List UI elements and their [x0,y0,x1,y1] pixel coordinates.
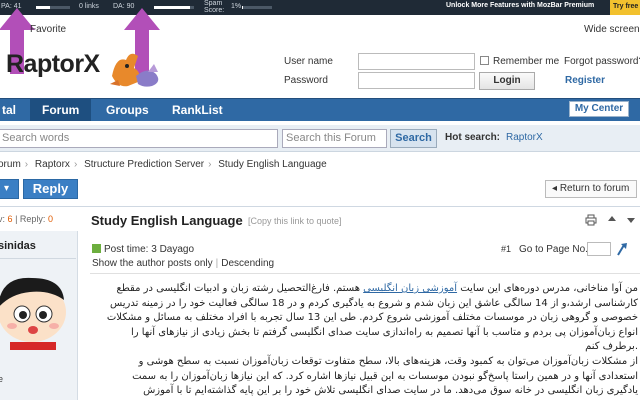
breadcrumb-raptorx[interactable]: Raptorx [35,159,70,170]
divider [0,258,76,259]
post-line: یادگیری زبان انگلیسی در خانه سوق می‌دهد.… [143,385,638,397]
mozbar-spam-label: Spam Score: [204,0,225,14]
username-label: User name [284,56,333,67]
nav-ranklist[interactable]: RankList [162,99,233,121]
forgot-password-link[interactable]: Forgot password? [564,56,640,67]
avatar[interactable] [0,268,72,350]
main-nav: tal Forum Groups RankList [0,98,640,121]
favorite-link[interactable]: Favorite [30,24,66,35]
register-link[interactable]: Register [565,75,605,86]
wide-screen-link[interactable]: Wide screen [584,24,640,35]
mozbar-spam-bar [242,6,272,9]
breadcrumb-current: Study English Language [218,159,327,170]
show-author-only-link[interactable]: Show the author posts only [92,258,213,269]
mozbar-promo[interactable]: Unlock More Features with MozBar Premium [446,2,594,9]
post-options: Show the author posts only | Descending [92,258,275,269]
nav-portal[interactable]: tal [0,99,26,121]
thread-title: Study English Language [91,213,243,228]
view-count: 6 [7,214,13,224]
return-label: Return to forum [559,183,630,194]
goto-arrow-icon[interactable] [615,241,629,257]
mozbar-links[interactable]: 0 links [79,3,99,10]
post-line: از مشکلات زبان‌آموزان می‌توان به کمبود و… [138,355,638,367]
nav-groups[interactable]: Groups [96,99,159,121]
mozbar-pa-bar [36,6,70,9]
divider [90,273,640,274]
remember-me-checkbox[interactable] [480,56,489,65]
author-extra: e [0,374,4,384]
breadcrumb: orum › Raptorx › Structure Prediction Serv… [0,159,327,170]
new-post-dropdown[interactable]: ▾ [0,179,19,199]
post-line: انواع زبان‌آموزان پی بردم و متاسب با آنه… [131,326,638,338]
breadcrumb-structure-prediction[interactable]: Structure Prediction Server [84,159,204,170]
login-button[interactable]: Login [479,72,535,90]
reply-count: 0 [47,214,53,224]
search-input[interactable]: Search words [0,129,278,148]
mozbar-try-button[interactable]: Try free [610,0,640,15]
username-input[interactable] [358,53,475,70]
return-to-forum-button[interactable]: ◂ Return to forum [545,180,637,198]
remember-me-label: Remember me [493,56,560,67]
post-line: من آوا مناخانی، مدرس دوره‌های این سایت آ… [116,283,638,294]
password-input[interactable] [358,72,475,89]
password-label: Password [284,75,328,86]
post-content: من آوا مناخانی، مدرس دوره‌های این سایت آ… [88,282,638,399]
post-line: .برطرف کنم [585,341,638,353]
site-logo[interactable]: RaptorX [6,50,100,79]
mozbar-spam-value: 1% [231,3,242,10]
post-time: Post time: 3 Dayago [92,244,194,255]
reply-button[interactable]: Reply [23,179,78,199]
post-line: استعدادی آنها و در همین راستا پاسخ‌گو نب… [132,370,638,382]
nav-forum[interactable]: Forum [30,99,92,121]
mozbar-da-bar [154,6,194,9]
thread-stats: v: 6 | Reply: 0 [0,214,53,224]
descending-link[interactable]: Descending [221,258,274,269]
my-center-button[interactable]: My Center [569,101,629,117]
next-thread-icon[interactable] [625,214,637,226]
goto-page-input[interactable] [587,242,611,256]
arrow-left-icon: ◂ [552,183,560,194]
author-name[interactable]: sinidas [0,240,36,252]
hot-search-label: Hot search: [445,132,501,143]
post-line: خصوصی و گروهی زبان در موسسات مختلف آموزش… [106,312,638,324]
goto-page-label: Go to Page No. [519,244,588,255]
search-scope-select[interactable]: Search this Forum [282,129,387,148]
mozbar-toolbar: PA: 41 0 links DA: 90 Spam Score: 1% Unl… [0,0,640,15]
copy-link[interactable]: [Copy this link to quote] [248,216,342,226]
post-line: کارشناسی ارشد،و از 14 سالگی عاشق این زبا… [110,297,638,309]
thread-tools [585,214,637,229]
hot-search-term[interactable]: RaptorX [506,132,543,143]
post-link[interactable]: آموزشی زبان انگلیسی [363,283,457,294]
print-icon[interactable] [585,214,597,226]
logo-dinosaur-icon [110,53,159,87]
previous-thread-icon[interactable] [606,214,618,226]
breadcrumb-forum[interactable]: orum [0,159,21,170]
post-floor-number: #1 [501,244,512,254]
online-status-icon [92,244,101,253]
search-button[interactable]: Search [390,129,437,148]
divider [0,206,640,207]
